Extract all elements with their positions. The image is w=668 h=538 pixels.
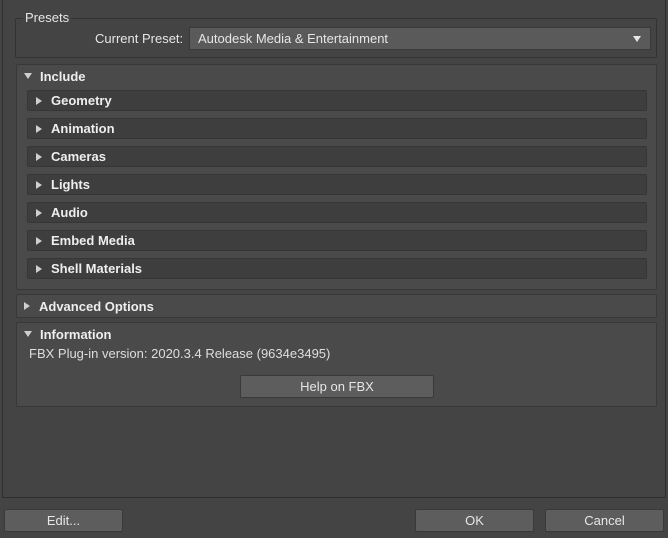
advanced-options-header[interactable]: Advanced Options bbox=[24, 298, 154, 314]
fbx-version-text: FBX Plug-in version: 2020.3.4 Release (9… bbox=[29, 346, 331, 361]
advanced-options-title: Advanced Options bbox=[39, 298, 154, 314]
include-item-label: Cameras bbox=[51, 149, 106, 164]
dropdown-arrow-icon bbox=[633, 36, 641, 42]
ok-button[interactable]: OK bbox=[415, 509, 534, 532]
include-item-geometry[interactable]: Geometry bbox=[27, 90, 647, 111]
cancel-button[interactable]: Cancel bbox=[545, 509, 664, 532]
information-rollout: Information FBX Plug-in version: 2020.3.… bbox=[16, 322, 657, 407]
include-item-cameras[interactable]: Cameras bbox=[27, 146, 647, 167]
include-item-label: Animation bbox=[51, 121, 115, 136]
collapsed-triangle-icon bbox=[36, 152, 42, 161]
include-item-animation[interactable]: Animation bbox=[27, 118, 647, 139]
current-preset-value: Autodesk Media & Entertainment bbox=[198, 31, 389, 46]
include-rollout: Include Geometry Animation Cameras Light… bbox=[16, 64, 657, 290]
collapsed-triangle-icon bbox=[36, 236, 42, 245]
collapsed-triangle-icon bbox=[36, 264, 42, 273]
include-item-shell-materials[interactable]: Shell Materials bbox=[27, 258, 647, 279]
advanced-options-rollout[interactable]: Advanced Options bbox=[16, 294, 657, 318]
current-preset-label: Current Preset: bbox=[95, 31, 184, 46]
collapsed-triangle-icon bbox=[36, 180, 42, 189]
include-item-lights[interactable]: Lights bbox=[27, 174, 647, 195]
presets-group-title: Presets bbox=[23, 10, 72, 25]
include-item-label: Geometry bbox=[51, 93, 112, 108]
edit-button[interactable]: Edit... bbox=[4, 509, 123, 532]
collapsed-triangle-icon bbox=[36, 124, 42, 133]
include-title: Include bbox=[40, 68, 86, 84]
include-item-embed-media[interactable]: Embed Media bbox=[27, 230, 647, 251]
collapsed-triangle-icon bbox=[36, 96, 42, 105]
collapsed-triangle-icon bbox=[36, 208, 42, 217]
information-title: Information bbox=[40, 326, 112, 342]
information-header[interactable]: Information bbox=[24, 326, 112, 342]
include-item-label: Lights bbox=[51, 177, 90, 192]
collapsed-triangle-icon bbox=[24, 302, 30, 310]
expanded-triangle-icon bbox=[24, 331, 32, 337]
include-item-label: Audio bbox=[51, 205, 88, 220]
expanded-triangle-icon bbox=[24, 73, 32, 79]
help-on-fbx-button[interactable]: Help on FBX bbox=[240, 375, 434, 398]
export-options-panel: Presets Current Preset: Autodesk Media &… bbox=[2, 0, 666, 498]
include-rollout-header[interactable]: Include bbox=[24, 68, 86, 84]
include-item-audio[interactable]: Audio bbox=[27, 202, 647, 223]
current-preset-dropdown[interactable]: Autodesk Media & Entertainment bbox=[189, 27, 651, 50]
include-item-label: Shell Materials bbox=[51, 261, 143, 276]
include-item-label: Embed Media bbox=[51, 233, 135, 248]
